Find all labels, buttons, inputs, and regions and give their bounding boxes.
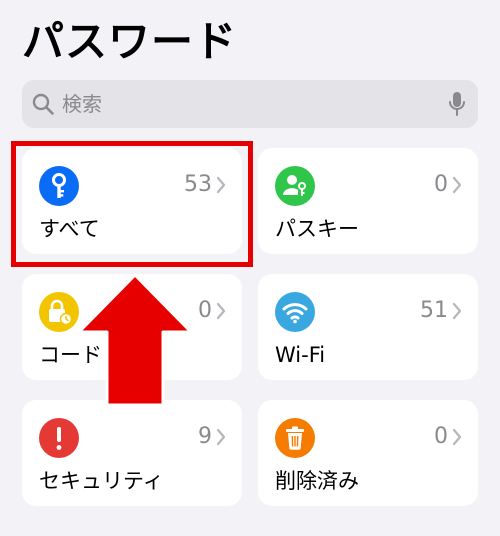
chevron-right-icon [216, 302, 226, 320]
search-input[interactable] [62, 80, 442, 128]
key-icon [39, 166, 79, 206]
category-card-deleted[interactable]: 0 削除済み [258, 400, 478, 506]
category-card-passkeys[interactable]: 0 パスキー [258, 148, 478, 254]
category-count: 0 [434, 424, 448, 449]
category-count: 51 [420, 298, 448, 323]
category-count: 9 [198, 424, 212, 449]
passkey-person-icon [275, 166, 315, 206]
category-label: セキュリティ [39, 469, 164, 493]
category-label: すべて [39, 217, 100, 241]
lock-clock-icon [39, 292, 79, 332]
chevron-right-icon [216, 176, 226, 194]
search-icon [32, 93, 54, 115]
category-card-security[interactable]: 9 セキュリティ [22, 400, 242, 506]
microphone-icon[interactable] [448, 91, 466, 117]
chevron-right-icon [452, 302, 462, 320]
category-count: 0 [434, 172, 448, 197]
chevron-right-icon [452, 428, 462, 446]
category-label: 削除済み [275, 469, 359, 493]
category-card-all[interactable]: 53 すべて [22, 148, 242, 254]
chevron-right-icon [216, 428, 226, 446]
category-label: Wi-Fi [275, 343, 326, 367]
trash-icon [275, 418, 315, 458]
category-count: 0 [198, 298, 212, 323]
category-card-codes[interactable]: 0 コード [22, 274, 242, 380]
category-label: コード [39, 343, 102, 367]
category-count: 53 [184, 172, 212, 197]
category-label: パスキー [275, 217, 359, 241]
chevron-right-icon [452, 176, 462, 194]
search-bar[interactable] [22, 80, 478, 128]
page-title: パスワード [22, 17, 238, 66]
exclamation-icon [39, 418, 79, 458]
wifi-icon [275, 292, 315, 332]
category-card-wifi[interactable]: 51 Wi-Fi [258, 274, 478, 380]
